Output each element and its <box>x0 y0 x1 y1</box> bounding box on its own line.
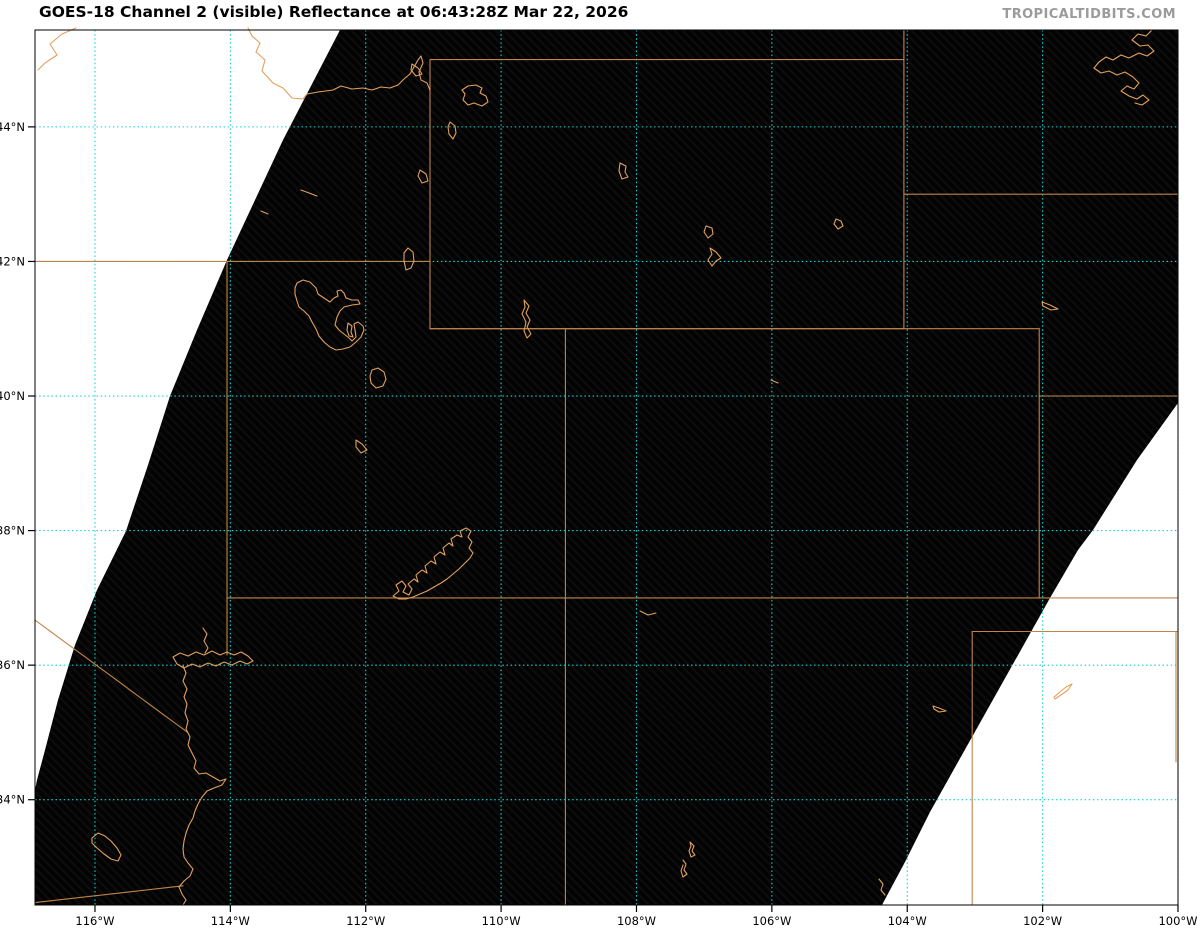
satellite-map-canvas: 116°W 114°W 112°W 110°W 108°W 106°W 104°W 102°W… <box>0 27 1198 928</box>
y-tick-label: 40°N <box>0 389 25 403</box>
x-tick-label: 100°W <box>1158 914 1197 928</box>
y-tick-label: 44°N <box>0 120 25 134</box>
y-tick-label: 34°N <box>0 793 25 807</box>
x-tick-label: 110°W <box>482 914 521 928</box>
x-tick-label: 108°W <box>617 914 656 928</box>
y-tick-label: 38°N <box>0 524 25 538</box>
satellite-figure: GOES-18 Channel 2 (visible) Reflectance … <box>0 0 1200 929</box>
x-tick-label: 116°W <box>75 914 114 928</box>
y-tick-label: 42°N <box>0 254 25 268</box>
x-tick-label: 104°W <box>888 914 927 928</box>
x-tick-label: 112°W <box>346 914 385 928</box>
x-tick-label: 114°W <box>211 914 250 928</box>
map-title: GOES-18 Channel 2 (visible) Reflectance … <box>39 3 629 21</box>
x-tick-label: 106°W <box>752 914 791 928</box>
y-tick-label: 36°N <box>0 658 25 672</box>
watermark-logo: TROPICALTIDBITS.COM <box>1002 7 1176 22</box>
x-tick-label: 102°W <box>1023 914 1062 928</box>
